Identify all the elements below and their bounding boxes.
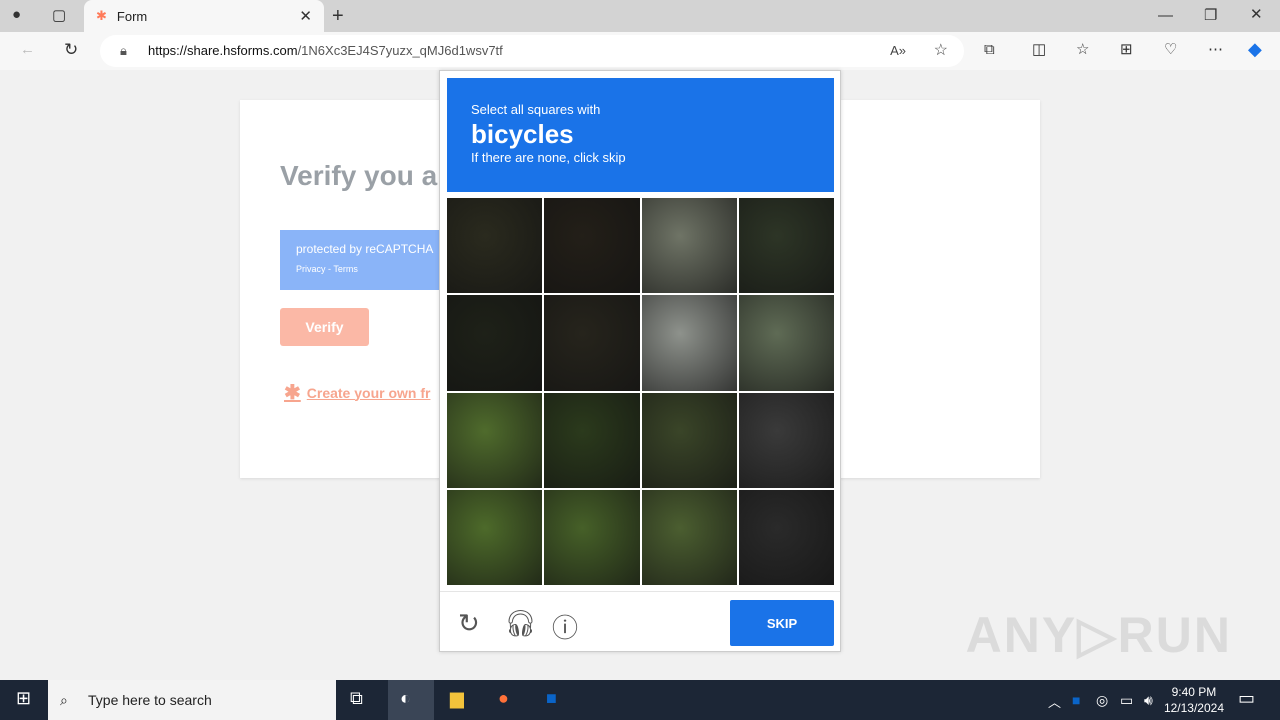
refresh-icon[interactable]: ↻ (64, 41, 78, 58)
tab-form[interactable]: ✱ Form ✕ (84, 0, 324, 32)
verify-button[interactable]: Verify (280, 308, 369, 346)
captcha-image-grid (447, 198, 834, 585)
search-placeholder: Type here to search (88, 692, 212, 708)
hubspot-icon: ✱ (96, 8, 107, 23)
clock-time: 9:40 PM (1171, 685, 1217, 699)
captcha-instruction: Select all squares with (471, 102, 601, 117)
captcha-tile[interactable] (447, 198, 543, 294)
favorites-icon[interactable]: ☆ (1076, 42, 1089, 57)
captcha-tile[interactable] (544, 295, 640, 391)
taskbar-search[interactable]: ⌕ Type here to search (48, 680, 336, 720)
captcha-tile[interactable] (738, 392, 834, 488)
captcha-tile[interactable] (738, 489, 834, 585)
captcha-tile[interactable] (641, 489, 737, 585)
captcha-hint: If there are none, click skip (471, 150, 626, 165)
more-menu-icon[interactable]: ⋯ (1208, 42, 1223, 57)
captcha-header: Select all squares with bicycles If ther… (447, 78, 834, 192)
back-icon[interactable]: ← (20, 42, 35, 57)
network-icon[interactable]: ▭ (1120, 692, 1133, 709)
recaptcha-text: protected by reCAPTCHA (296, 242, 434, 256)
captcha-tile[interactable] (738, 295, 834, 391)
captcha-tile[interactable] (544, 198, 640, 294)
captcha-tile[interactable] (447, 295, 543, 391)
tab-bar: ● ▢ ✱ Form ✕ + — ❐ ✕ (0, 0, 1280, 32)
info-icon[interactable]: ⓘ (552, 608, 578, 645)
clock[interactable]: 9:40 PM 12/13/2024 (1164, 684, 1224, 716)
tab-actions-icon[interactable]: ▢ (52, 8, 66, 23)
copilot-icon[interactable]: ◆ (1248, 40, 1262, 58)
windows-start-icon[interactable]: ⊞ (16, 688, 31, 709)
captcha-target: bicycles (471, 119, 574, 149)
captcha-tile[interactable] (641, 198, 737, 294)
extensions-icon[interactable]: ⧉ (984, 42, 995, 57)
anyrun-watermark: ANY▷RUN (965, 607, 1232, 663)
restore-icon[interactable]: ❐ (1204, 8, 1217, 23)
captcha-tile[interactable] (447, 489, 543, 585)
captcha-tile[interactable] (544, 392, 640, 488)
volume-icon[interactable]: 🔊︎ (1144, 692, 1153, 709)
create-form-link[interactable]: ✱ Create your own fr (284, 380, 430, 405)
close-window-icon[interactable]: ✕ (1250, 7, 1263, 22)
collections-icon[interactable]: ⊞ (1120, 42, 1133, 57)
captcha-tile[interactable] (641, 295, 737, 391)
firefox-icon[interactable]: ● (498, 688, 509, 709)
outlook-icon[interactable]: ■ (546, 688, 557, 709)
split-screen-icon[interactable]: ◫ (1032, 42, 1046, 57)
lock-icon: 🔒︎ (120, 43, 127, 58)
url-input[interactable]: 🔒︎ https://share.hsforms.com/1N6Xc3EJ4S7… (100, 35, 964, 67)
captcha-footer: ↻ 🎧︎ ⓘ SKIP (440, 591, 840, 651)
captcha-tile[interactable] (447, 392, 543, 488)
search-icon: ⌕ (60, 692, 68, 708)
minimize-icon[interactable]: — (1158, 8, 1173, 23)
outlook-tray-icon[interactable]: ■ (1072, 692, 1080, 708)
captcha-tile[interactable] (738, 198, 834, 294)
reload-icon[interactable]: ↻ (458, 608, 480, 639)
url-path: /1N6Xc3EJ4S7yuzx_qMJ6d1wsv7tf (297, 43, 503, 58)
captcha-tile[interactable] (544, 489, 640, 585)
page-title: Verify you a (280, 160, 438, 191)
show-hidden-icons[interactable]: ︿ (1048, 692, 1061, 711)
create-form-text[interactable]: Create your own fr (307, 385, 431, 401)
hubspot-logo-icon: ✱ (284, 382, 301, 404)
favorite-star-icon[interactable]: ☆ (934, 35, 948, 67)
url-host: https://share.hsforms.com (148, 43, 298, 58)
meet-icon[interactable]: ◎ (1096, 692, 1108, 709)
profile-icon[interactable]: ● (12, 7, 21, 22)
tab-title: Form (116, 8, 148, 24)
captcha-challenge: Select all squares with bicycles If ther… (439, 70, 841, 652)
close-tab-icon[interactable]: ✕ (299, 7, 312, 25)
file-explorer-icon[interactable]: ▆ (450, 688, 464, 709)
captcha-tile[interactable] (641, 392, 737, 488)
skip-button[interactable]: SKIP (730, 600, 834, 646)
new-tab-icon[interactable]: + (332, 6, 344, 26)
browser-essentials-icon[interactable]: ♡ (1164, 42, 1177, 57)
edge-taskbar-icon[interactable]: ◐ (388, 680, 434, 720)
task-view-icon[interactable]: ⧉ (350, 688, 363, 709)
read-aloud-icon[interactable]: A» (890, 35, 906, 67)
taskbar: ⊞ ⌕ Type here to search ⧉ ◐ ▆ ● ■ ︿ ■ ◎ … (0, 680, 1280, 720)
clock-date: 12/13/2024 (1163, 701, 1224, 715)
audio-headphones-icon[interactable]: 🎧︎ (504, 608, 537, 639)
address-bar-row: ← ↻ 🔒︎ https://share.hsforms.com/1N6Xc3E… (0, 32, 1280, 70)
notifications-icon[interactable]: ▭ (1238, 688, 1255, 709)
